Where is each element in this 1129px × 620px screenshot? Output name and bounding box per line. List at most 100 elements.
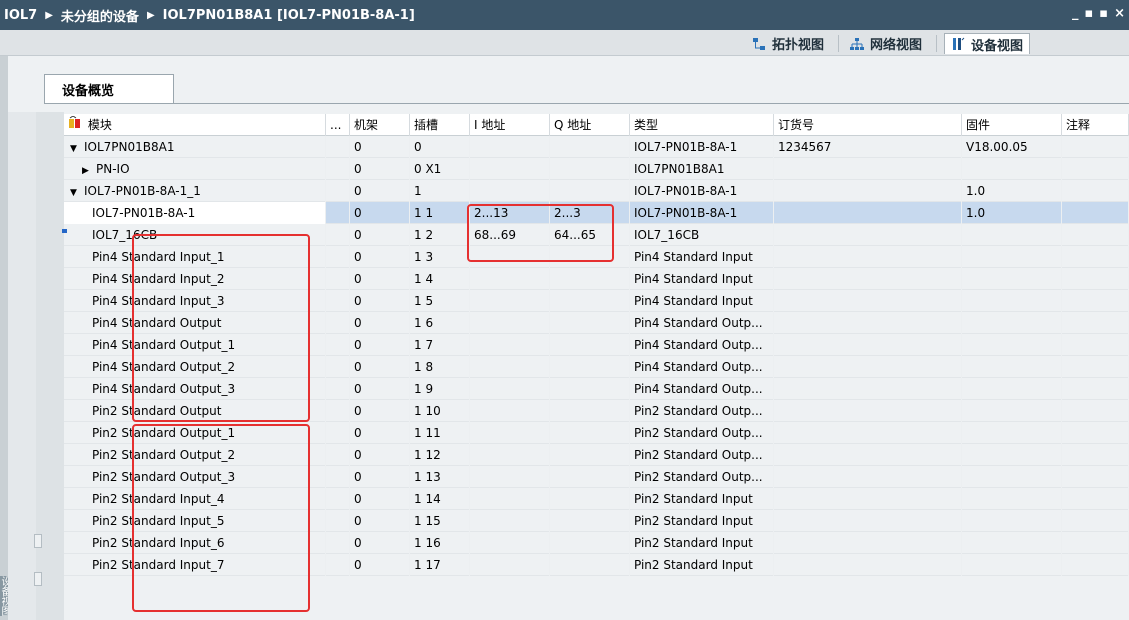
maximize-icon[interactable]: ▪ bbox=[1099, 6, 1108, 21]
cell-order-number[interactable] bbox=[774, 444, 962, 466]
cell-i-address[interactable] bbox=[470, 422, 550, 444]
cell-slot[interactable]: 1 6 bbox=[410, 312, 470, 334]
cell-type[interactable]: Pin4 Standard Outp... bbox=[630, 378, 774, 400]
cell-slot[interactable]: 0 bbox=[410, 136, 470, 158]
cell-comment[interactable] bbox=[1062, 224, 1129, 246]
cell-module-name[interactable]: Pin4 Standard Input_2 bbox=[64, 268, 326, 290]
cell-order-number[interactable] bbox=[774, 510, 962, 532]
cell-slot[interactable]: 1 7 bbox=[410, 334, 470, 356]
cell-comment[interactable] bbox=[1062, 488, 1129, 510]
cell-comment[interactable] bbox=[1062, 422, 1129, 444]
cell-firmware[interactable]: 1.0 bbox=[962, 180, 1062, 202]
cell-slot[interactable]: 1 1 bbox=[410, 202, 470, 224]
expand-right-icon[interactable]: ▶ bbox=[82, 160, 96, 180]
cell-slot[interactable]: 1 bbox=[410, 180, 470, 202]
cell-i-address[interactable]: 2...13 bbox=[470, 202, 550, 224]
table-row[interactable]: ▼ IOL7-PN01B-8A-1_1 0 1 IOL7-PN01B-8A-1 1.0 bbox=[64, 180, 1129, 202]
column-type[interactable]: 类型 bbox=[630, 114, 774, 136]
topology-view-button[interactable]: 拓扑视图 bbox=[746, 33, 830, 54]
cell-type[interactable]: Pin4 Standard Input bbox=[630, 246, 774, 268]
cell-type[interactable]: Pin2 Standard Input bbox=[630, 488, 774, 510]
cell-type[interactable]: IOL7-PN01B-8A-1 bbox=[630, 180, 774, 202]
table-row[interactable]: Pin4 Standard Output 0 1 6 Pin4 Standard Ou… bbox=[64, 312, 1129, 334]
cell-i-address[interactable] bbox=[470, 444, 550, 466]
cell-order-number[interactable] bbox=[774, 378, 962, 400]
cell-rack[interactable]: 0 bbox=[350, 224, 410, 246]
float-icon[interactable]: ▪ bbox=[1084, 6, 1093, 21]
cell-slot[interactable]: 1 3 bbox=[410, 246, 470, 268]
cell-i-address[interactable] bbox=[470, 378, 550, 400]
column-firmware[interactable]: 固件 bbox=[962, 114, 1062, 136]
cell-order-number[interactable] bbox=[774, 202, 962, 224]
cell-q-address[interactable] bbox=[550, 290, 630, 312]
cell-q-address[interactable] bbox=[550, 378, 630, 400]
cell-slot[interactable]: 1 9 bbox=[410, 378, 470, 400]
cell-i-address[interactable] bbox=[470, 158, 550, 180]
table-row[interactable]: ▶ PN-IO 0 0 X1 IOL7PN01B8A1 bbox=[64, 158, 1129, 180]
cell-slot[interactable]: 1 5 bbox=[410, 290, 470, 312]
cell-q-address[interactable] bbox=[550, 466, 630, 488]
cell-order-number[interactable] bbox=[774, 532, 962, 554]
cell-module-name[interactable]: ▼ IOL7-PN01B-8A-1_1 bbox=[64, 180, 326, 202]
cell-type[interactable]: Pin2 Standard Outp... bbox=[630, 444, 774, 466]
cell-comment[interactable] bbox=[1062, 334, 1129, 356]
cell-module-name[interactable]: Pin2 Standard Input_5 bbox=[64, 510, 326, 532]
table-row[interactable]: Pin4 Standard Input_3 0 1 5 Pin4 Standard I… bbox=[64, 290, 1129, 312]
cell-i-address[interactable] bbox=[470, 136, 550, 158]
cell-order-number[interactable] bbox=[774, 312, 962, 334]
close-icon[interactable]: × bbox=[1114, 6, 1125, 21]
cell-module-name[interactable]: Pin2 Standard Output bbox=[64, 400, 326, 422]
cell-order-number[interactable] bbox=[774, 554, 962, 576]
cell-slot[interactable]: 1 17 bbox=[410, 554, 470, 576]
cell-type[interactable]: Pin2 Standard Outp... bbox=[630, 466, 774, 488]
cell-firmware[interactable] bbox=[962, 554, 1062, 576]
cell-module-name[interactable]: Pin2 Standard Input_4 bbox=[64, 488, 326, 510]
cell-q-address[interactable]: 2...3 bbox=[550, 202, 630, 224]
table-row[interactable]: Pin4 Standard Input_2 0 1 4 Pin4 Standard I… bbox=[64, 268, 1129, 290]
expand-down-icon[interactable]: ▼ bbox=[70, 182, 84, 202]
cell-slot[interactable]: 0 X1 bbox=[410, 158, 470, 180]
cell-module-name[interactable]: Pin2 Standard Input_7 bbox=[64, 554, 326, 576]
cell-rack[interactable]: 0 bbox=[350, 422, 410, 444]
breadcrumb-project[interactable]: IOL7 bbox=[4, 8, 37, 23]
cell-firmware[interactable] bbox=[962, 312, 1062, 334]
cell-q-address[interactable] bbox=[550, 356, 630, 378]
cell-comment[interactable] bbox=[1062, 180, 1129, 202]
cell-q-address[interactable] bbox=[550, 180, 630, 202]
cell-i-address[interactable] bbox=[470, 400, 550, 422]
cell-order-number[interactable] bbox=[774, 268, 962, 290]
cell-type[interactable]: Pin2 Standard Outp... bbox=[630, 422, 774, 444]
cell-comment[interactable] bbox=[1062, 202, 1129, 224]
cell-rack[interactable]: 0 bbox=[350, 202, 410, 224]
cell-i-address[interactable] bbox=[470, 466, 550, 488]
cell-firmware[interactable]: V18.00.05 bbox=[962, 136, 1062, 158]
scroll-up-handle[interactable] bbox=[34, 534, 42, 548]
cell-type[interactable]: Pin2 Standard Input bbox=[630, 510, 774, 532]
scroll-down-handle[interactable] bbox=[34, 572, 42, 586]
cell-comment[interactable] bbox=[1062, 554, 1129, 576]
cell-slot[interactable]: 1 14 bbox=[410, 488, 470, 510]
table-row[interactable]: ▼ IOL7PN01B8A1 0 0 IOL7-PN01B-8A-1 1234567 V18… bbox=[64, 136, 1129, 158]
cell-rack[interactable]: 0 bbox=[350, 356, 410, 378]
cell-rack[interactable]: 0 bbox=[350, 246, 410, 268]
cell-i-address[interactable] bbox=[470, 532, 550, 554]
cell-order-number[interactable] bbox=[774, 334, 962, 356]
cell-rack[interactable]: 0 bbox=[350, 466, 410, 488]
cell-comment[interactable] bbox=[1062, 290, 1129, 312]
cell-slot[interactable]: 1 15 bbox=[410, 510, 470, 532]
cell-q-address[interactable] bbox=[550, 246, 630, 268]
cell-module-name[interactable]: ▼ IOL7PN01B8A1 bbox=[64, 136, 326, 158]
cell-rack[interactable]: 0 bbox=[350, 532, 410, 554]
cell-order-number[interactable] bbox=[774, 246, 962, 268]
cell-order-number[interactable] bbox=[774, 180, 962, 202]
cell-rack[interactable]: 0 bbox=[350, 554, 410, 576]
expand-down-icon[interactable]: ▼ bbox=[70, 138, 84, 158]
cell-slot[interactable]: 1 8 bbox=[410, 356, 470, 378]
cell-order-number[interactable] bbox=[774, 488, 962, 510]
cell-q-address[interactable] bbox=[550, 136, 630, 158]
cell-firmware[interactable] bbox=[962, 466, 1062, 488]
column-order-number[interactable]: 订货号 bbox=[774, 114, 962, 136]
cell-firmware[interactable] bbox=[962, 378, 1062, 400]
cell-module-name[interactable]: Pin4 Standard Output_2 bbox=[64, 356, 326, 378]
cell-rack[interactable]: 0 bbox=[350, 290, 410, 312]
